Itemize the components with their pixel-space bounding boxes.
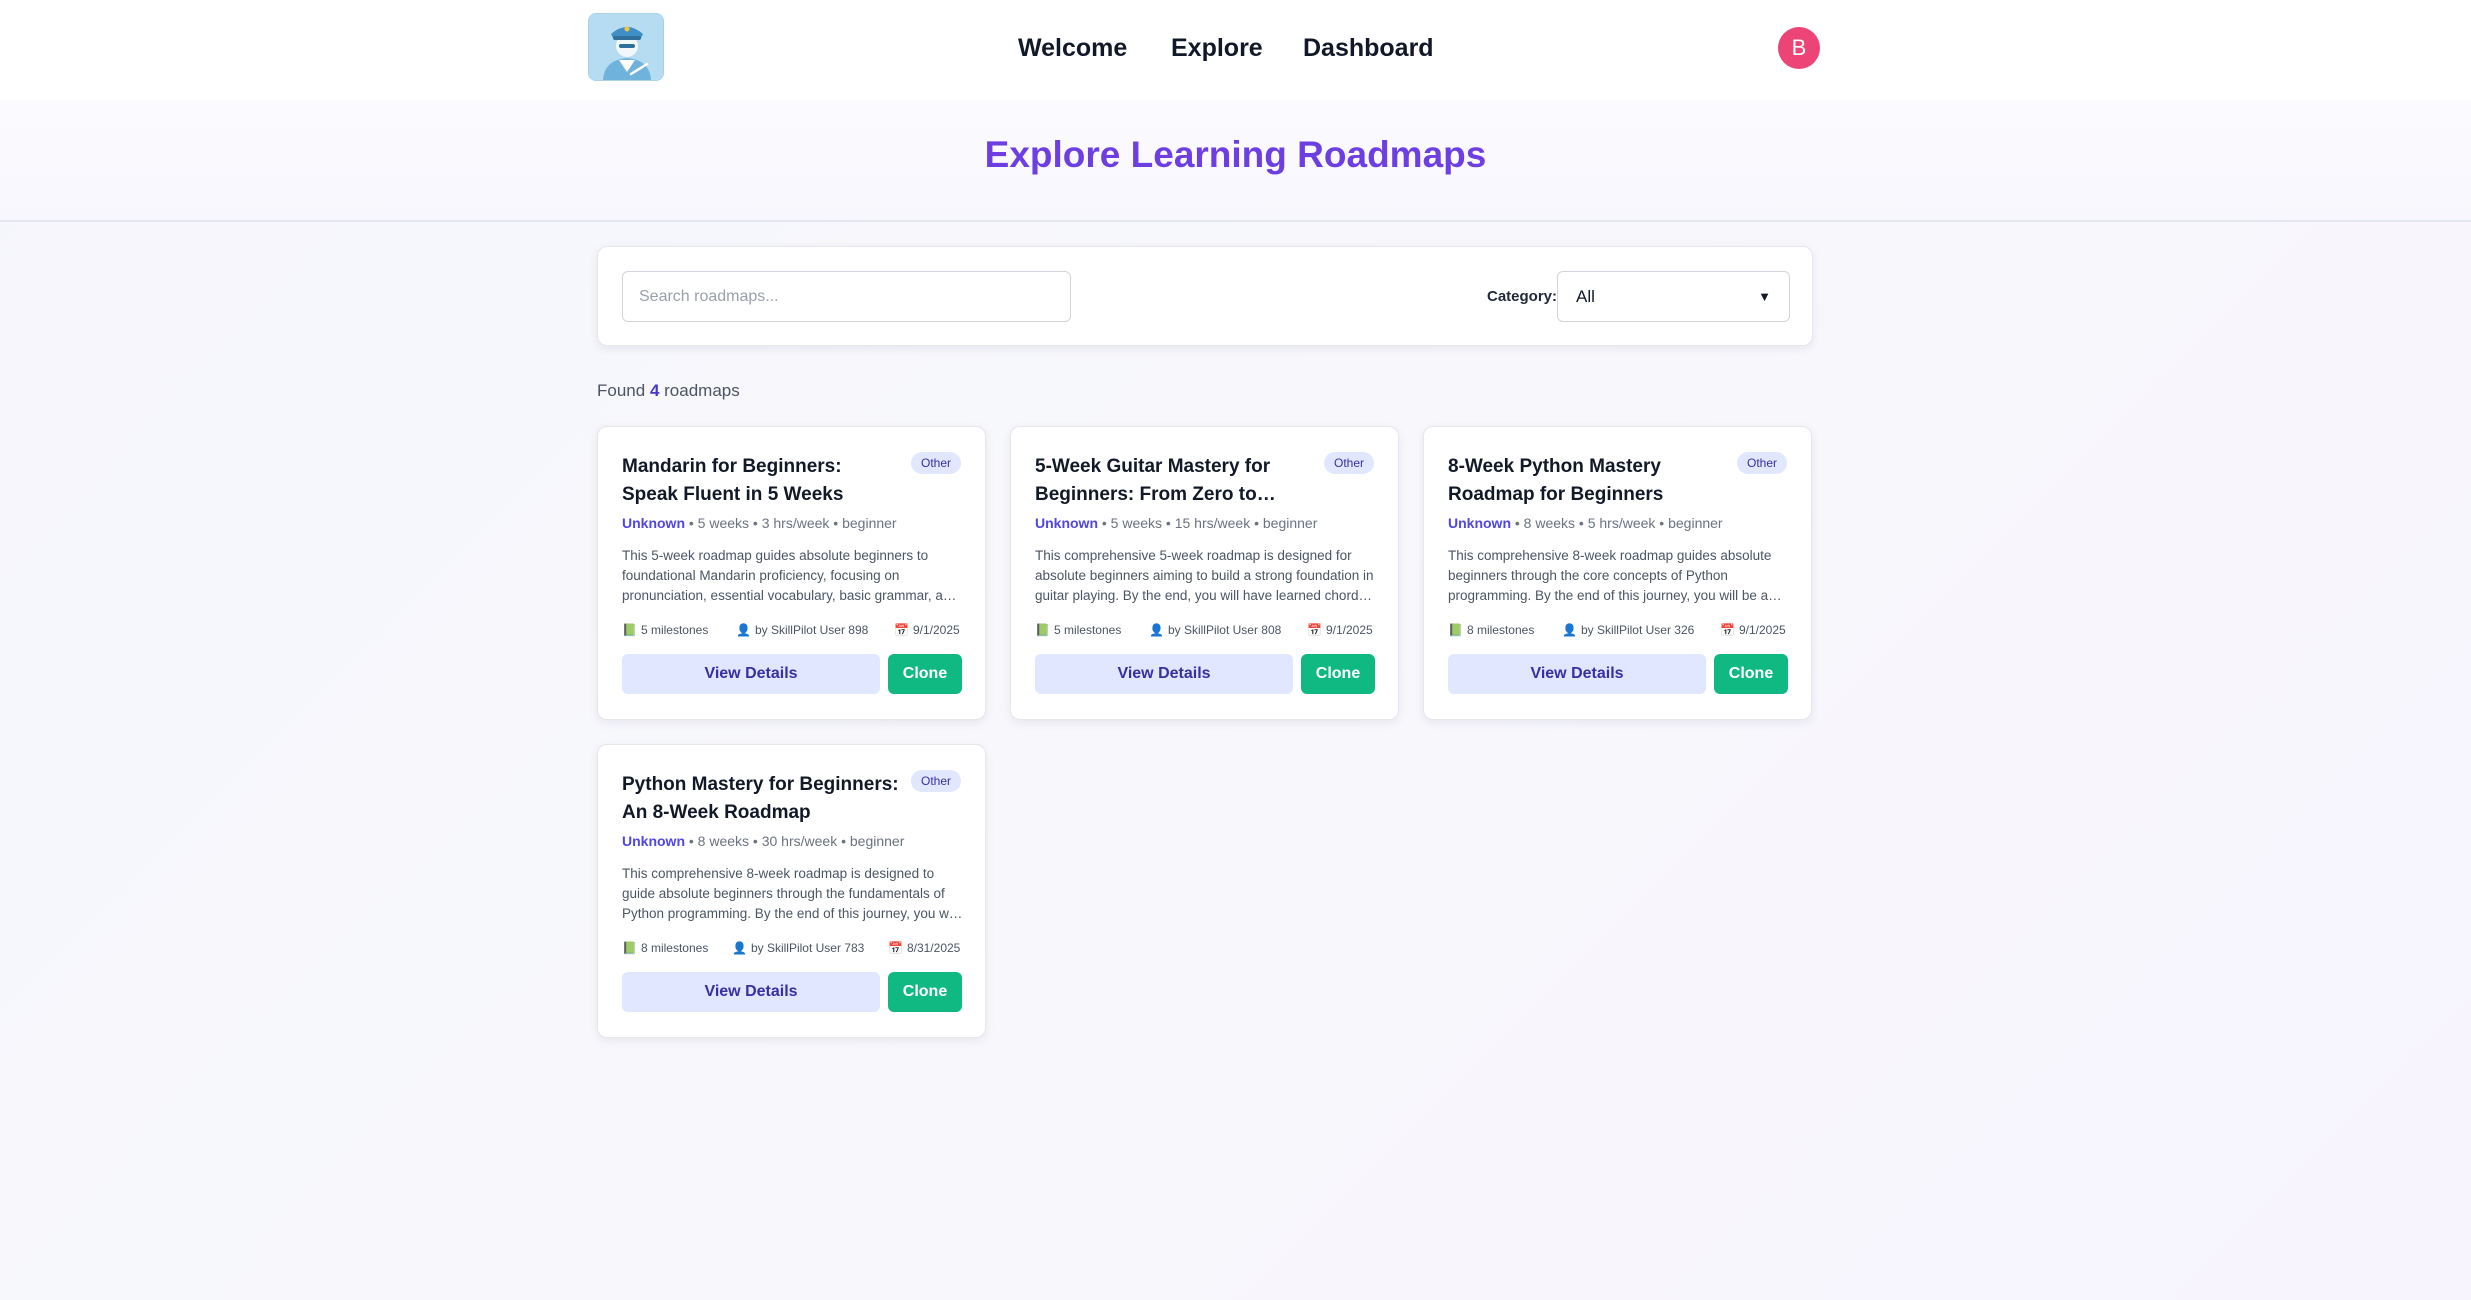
creator-name: by SkillPilot User 326 bbox=[1580, 623, 1695, 637]
calendar-icon: 📅 bbox=[1307, 623, 1322, 637]
card-description: This comprehensive 8-week roadmap guides… bbox=[1448, 548, 1787, 603]
created-date: 8/31/2025 bbox=[906, 941, 961, 955]
date-stat: 📅 9/1/2025 bbox=[1720, 623, 1786, 637]
creator-stat: 👤 by SkillPilot User 898 bbox=[736, 623, 868, 637]
card-stats: 📗 5 milestones 👤 by SkillPilot User 808 📅 9… bbox=[1035, 623, 1376, 641]
date-stat: 📅 8/31/2025 bbox=[888, 941, 960, 955]
creator-name: by SkillPilot User 783 bbox=[750, 941, 865, 955]
card-stats: 📗 8 milestones 👤 by SkillPilot User 783 📅 8… bbox=[622, 941, 963, 959]
book-icon: 📗 bbox=[1448, 623, 1463, 637]
card-meta: Unknown • 5 weeks • 15 hrs/week • beginn… bbox=[1035, 515, 1317, 531]
roadmap-card: 8-Week Python Mastery Roadmap for Beginn… bbox=[1423, 426, 1812, 720]
calendar-icon: 📅 bbox=[894, 623, 909, 637]
creator-name: by SkillPilot User 898 bbox=[754, 623, 869, 637]
card-meta-details: • 8 weeks • 5 hrs/week • beginner bbox=[1511, 515, 1723, 531]
view-details-button[interactable]: View Details bbox=[1035, 654, 1293, 694]
creator-stat: 👤 by SkillPilot User 808 bbox=[1149, 623, 1281, 637]
book-icon: 📗 bbox=[622, 623, 637, 637]
creator-name: by SkillPilot User 808 bbox=[1167, 623, 1282, 637]
page-title: Explore Learning Roadmaps bbox=[984, 134, 1487, 175]
card-title[interactable]: 5-Week Guitar Mastery for Beginners: Fro… bbox=[1035, 453, 1315, 509]
clone-button[interactable]: Clone bbox=[1714, 654, 1788, 694]
user-icon: 👤 bbox=[736, 623, 751, 637]
created-date: 9/1/2025 bbox=[1325, 623, 1373, 637]
book-icon: 📗 bbox=[622, 941, 637, 955]
nav-dashboard[interactable]: Dashboard bbox=[1303, 34, 1434, 63]
results-number: 4 bbox=[649, 381, 660, 400]
milestones-stat: 📗 5 milestones bbox=[1035, 623, 1121, 637]
milestones-count: 5 milestones bbox=[640, 623, 709, 637]
user-icon: 👤 bbox=[1562, 623, 1577, 637]
card-description: This comprehensive 5-week roadmap is des… bbox=[1035, 548, 1374, 603]
milestones-stat: 📗 5 milestones bbox=[622, 623, 708, 637]
card-meta: Unknown • 5 weeks • 3 hrs/week • beginne… bbox=[622, 515, 897, 531]
card-author[interactable]: Unknown bbox=[622, 515, 685, 531]
category-selected-value: All bbox=[1576, 286, 1595, 306]
category-badge: Other bbox=[910, 770, 961, 792]
card-author[interactable]: Unknown bbox=[1035, 515, 1098, 531]
chevron-down-icon: ▼ bbox=[1758, 289, 1771, 304]
results-count: Found 4 roadmaps bbox=[597, 381, 740, 401]
card-meta-details: • 8 weeks • 30 hrs/week • beginner bbox=[685, 833, 905, 849]
view-details-button[interactable]: View Details bbox=[1448, 654, 1706, 694]
card-author[interactable]: Unknown bbox=[622, 833, 685, 849]
card-title[interactable]: Mandarin for Beginners: Speak Fluent in … bbox=[622, 453, 902, 509]
card-meta: Unknown • 8 weeks • 30 hrs/week • beginn… bbox=[622, 833, 904, 849]
top-header: Welcome Explore Dashboard B bbox=[0, 0, 2471, 100]
created-date: 9/1/2025 bbox=[912, 623, 960, 637]
milestones-stat: 📗 8 milestones bbox=[1448, 623, 1534, 637]
card-title[interactable]: 8-Week Python Mastery Roadmap for Beginn… bbox=[1448, 453, 1728, 509]
milestones-count: 8 milestones bbox=[1466, 623, 1535, 637]
creator-stat: 👤 by SkillPilot User 783 bbox=[732, 941, 864, 955]
milestones-stat: 📗 8 milestones bbox=[622, 941, 708, 955]
results-prefix: Found bbox=[597, 381, 646, 400]
card-description: This comprehensive 8-week roadmap is des… bbox=[622, 866, 958, 921]
user-avatar[interactable]: B bbox=[1778, 27, 1820, 69]
card-author[interactable]: Unknown bbox=[1448, 515, 1511, 531]
search-input[interactable] bbox=[622, 271, 1071, 322]
results-suffix: roadmaps bbox=[664, 381, 740, 400]
roadmap-card: Python Mastery for Beginners: An 8-Week … bbox=[597, 744, 986, 1038]
category-badge: Other bbox=[910, 452, 961, 474]
calendar-icon: 📅 bbox=[1720, 623, 1735, 637]
date-stat: 📅 9/1/2025 bbox=[1307, 623, 1373, 637]
roadmap-card: Mandarin for Beginners: Speak Fluent in … bbox=[597, 426, 986, 720]
user-icon: 👤 bbox=[1149, 623, 1164, 637]
clone-button[interactable]: Clone bbox=[888, 654, 962, 694]
view-details-button[interactable]: View Details bbox=[622, 654, 880, 694]
clone-button[interactable]: Clone bbox=[888, 972, 962, 1012]
card-title[interactable]: Python Mastery for Beginners: An 8-Week … bbox=[622, 771, 902, 827]
card-meta-details: • 5 weeks • 15 hrs/week • beginner bbox=[1098, 515, 1318, 531]
view-details-button[interactable]: View Details bbox=[622, 972, 880, 1012]
card-stats: 📗 8 milestones 👤 by SkillPilot User 326 📅 9… bbox=[1448, 623, 1789, 641]
nav-welcome[interactable]: Welcome bbox=[1018, 34, 1127, 63]
category-badge: Other bbox=[1736, 452, 1787, 474]
milestones-count: 8 milestones bbox=[640, 941, 709, 955]
category-badge: Other bbox=[1323, 452, 1374, 474]
clone-button[interactable]: Clone bbox=[1301, 654, 1375, 694]
roadmap-card: 5-Week Guitar Mastery for Beginners: Fro… bbox=[1010, 426, 1399, 720]
user-icon: 👤 bbox=[732, 941, 747, 955]
created-date: 9/1/2025 bbox=[1738, 623, 1786, 637]
filter-panel: Category: All ▼ bbox=[597, 246, 1813, 346]
milestones-count: 5 milestones bbox=[1053, 623, 1122, 637]
card-meta-details: • 5 weeks • 3 hrs/week • beginner bbox=[685, 515, 897, 531]
creator-stat: 👤 by SkillPilot User 326 bbox=[1562, 623, 1694, 637]
card-meta: Unknown • 8 weeks • 5 hrs/week • beginne… bbox=[1448, 515, 1723, 531]
hero-banner: Explore Learning Roadmaps bbox=[0, 100, 2471, 222]
category-label: Category: bbox=[1487, 288, 1558, 305]
book-icon: 📗 bbox=[1035, 623, 1050, 637]
main-nav: Welcome Explore Dashboard bbox=[0, 34, 2471, 64]
nav-explore[interactable]: Explore bbox=[1171, 34, 1263, 63]
calendar-icon: 📅 bbox=[888, 941, 903, 955]
card-description: This 5-week roadmap guides absolute begi… bbox=[622, 548, 958, 603]
category-select[interactable]: All ▼ bbox=[1557, 271, 1790, 322]
date-stat: 📅 9/1/2025 bbox=[894, 623, 960, 637]
card-stats: 📗 5 milestones 👤 by SkillPilot User 898 📅 9… bbox=[622, 623, 963, 641]
